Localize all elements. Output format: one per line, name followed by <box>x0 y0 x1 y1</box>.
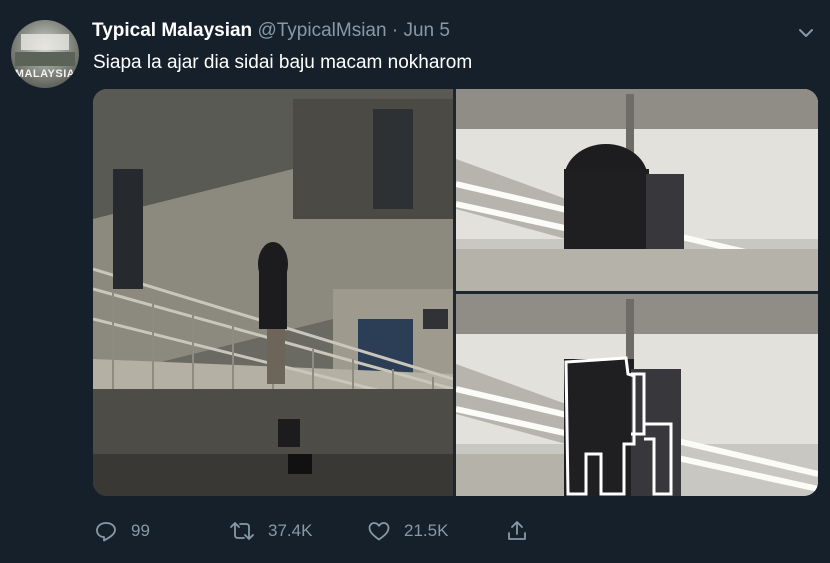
tweet-date[interactable]: Jun 5 <box>403 20 449 41</box>
avatar[interactable]: MALAYSIA <box>11 20 79 88</box>
media-grid[interactable] <box>93 89 818 496</box>
reply-button[interactable]: 99 <box>94 516 150 546</box>
photo-bottom-right[interactable] <box>456 294 818 496</box>
tweet-actions: 99 37.4K 21.5K <box>0 516 830 546</box>
chevron-down-icon[interactable] <box>795 22 817 44</box>
author-name[interactable]: Typical Malaysian <box>92 20 252 41</box>
tweet-header: Typical Malaysian @TypicalMsian · Jun 5 <box>92 19 450 43</box>
retweet-icon <box>230 522 254 540</box>
photo-left[interactable] <box>93 89 453 496</box>
like-button[interactable]: 21.5K <box>367 516 448 546</box>
photo-top-right[interactable] <box>456 89 818 291</box>
reply-icon <box>96 522 116 542</box>
avatar-text: MALAYSIA <box>14 68 76 80</box>
retweet-count: 37.4K <box>268 521 313 540</box>
reply-count: 99 <box>131 521 150 540</box>
retweet-button[interactable]: 37.4K <box>229 516 312 546</box>
share-button[interactable] <box>505 516 542 546</box>
avatar-building <box>15 52 75 66</box>
share-icon <box>508 521 526 540</box>
heart-icon <box>368 522 390 541</box>
avatar-sky <box>21 34 69 50</box>
like-count: 21.5K <box>404 521 449 540</box>
tweet[interactable]: MALAYSIA Typical Malaysian @TypicalMsian… <box>0 0 830 563</box>
separator: · <box>391 20 399 41</box>
author-handle[interactable]: @TypicalMsian <box>257 20 386 41</box>
tweet-text: Siapa la ajar dia sidai baju macam nokha… <box>93 52 473 73</box>
